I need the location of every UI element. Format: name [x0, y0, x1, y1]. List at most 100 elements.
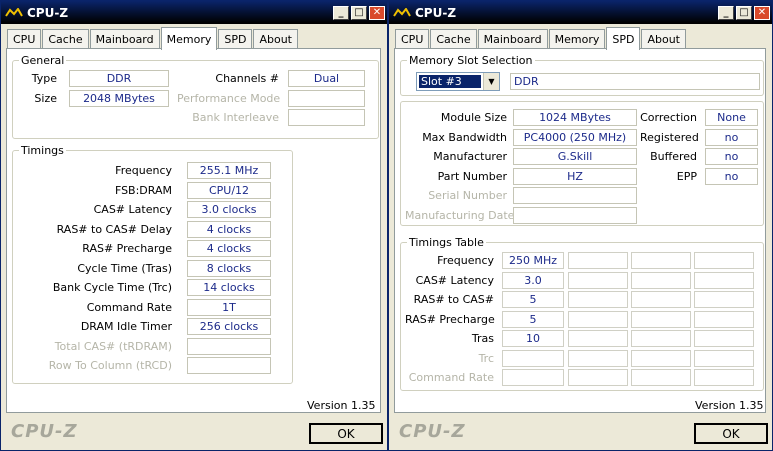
timing-label: RAS# to CAS# Delay: [56, 222, 172, 236]
tab-memory[interactable]: Memory: [160, 27, 218, 50]
timings-table-label: Trc: [478, 351, 494, 365]
title-bar[interactable]: CPU-Z _ □ ✕: [389, 1, 772, 24]
timings-table-cell: [631, 271, 691, 289]
size-value: 2048 MBytes: [69, 90, 169, 107]
tab-about[interactable]: About: [641, 29, 686, 49]
timings-table-cell: [568, 271, 628, 289]
spd-label: Max Bandwidth: [422, 130, 507, 144]
type-value: DDR: [69, 70, 169, 87]
timings-table-cell: [694, 271, 754, 289]
version-text: Version 1.35: [695, 399, 764, 412]
timing-value: [187, 357, 271, 374]
close-button[interactable]: ✕: [369, 5, 385, 20]
timings-table-label: RAS# to CAS#: [413, 293, 494, 306]
timings-table-cell: 5: [502, 310, 564, 328]
tab-memory[interactable]: Memory: [548, 29, 606, 49]
spd-flag-label: EPP: [676, 169, 697, 183]
timing-label: Row To Column (tRCD): [48, 359, 172, 372]
timings-table-label: RAS# Precharge: [405, 312, 495, 326]
timings-table-legend: Timings Table: [409, 236, 484, 249]
timing-label: Frequency: [115, 164, 172, 177]
cpuz-logo-icon: [5, 7, 23, 17]
timing-value: 4 clocks: [187, 240, 271, 257]
spd-label: Manufacturing Date: [405, 208, 515, 222]
window-title: CPU-Z: [27, 5, 69, 20]
timing-value: 14 clocks: [187, 279, 271, 296]
timings-table-label: Frequency: [437, 254, 494, 267]
title-bar[interactable]: CPU-Z _ □ ✕: [1, 1, 387, 24]
cpuz-window-spd: CPU-Z _ □ ✕ CPU Cache Mainboard Memory S…: [388, 0, 773, 451]
cpuz-brand-logo: CPU-Z: [399, 421, 466, 442]
tab-mainboard[interactable]: Mainboard: [477, 29, 548, 49]
timings-table-cell: [694, 369, 754, 386]
spd-value: [513, 187, 637, 204]
spd-flag-value: no: [705, 167, 758, 185]
spd-label: Part Number: [437, 169, 507, 183]
tab-cache[interactable]: Cache: [430, 29, 477, 49]
timings-table-cell: 10: [502, 330, 564, 347]
slot-select[interactable]: Slot #3 ▼: [416, 72, 500, 91]
timings-table-cell: [631, 330, 691, 347]
timing-value: 4 clocks: [187, 220, 271, 238]
timing-label: DRAM Idle Timer: [80, 320, 172, 333]
timing-value: 3.0 clocks: [187, 201, 271, 218]
tab-cpu[interactable]: CPU: [7, 29, 42, 49]
timing-label: Total CAS# (tRDRAM): [54, 339, 172, 353]
timings-table-cell: [631, 252, 691, 269]
timings-table-cell: [568, 291, 628, 308]
timings-table-cell: 5: [502, 291, 564, 308]
spd-flag-label: Correction: [640, 111, 697, 124]
timings-table-cell: [502, 349, 564, 367]
tab-cpu[interactable]: CPU: [395, 29, 430, 49]
slot-select-value: Slot #3: [419, 75, 481, 88]
general-legend: General: [21, 54, 65, 67]
spd-flag-value: no: [705, 148, 758, 165]
timings-table-cell: [631, 349, 691, 367]
spd-label: Serial Number: [428, 189, 507, 202]
minimize-button[interactable]: _: [333, 5, 349, 20]
bank-interleave-label: Bank Interleave: [192, 111, 279, 124]
timings-table-cell: [502, 369, 564, 386]
spd-value: HZ: [513, 167, 637, 185]
timing-value: 1T: [187, 298, 271, 316]
bank-interleave-value: [288, 109, 365, 126]
timings-table-cell: [694, 252, 754, 269]
spd-label: Manufacturer: [433, 150, 507, 163]
chevron-down-icon[interactable]: ▼: [483, 73, 499, 90]
maximize-button[interactable]: □: [736, 5, 752, 20]
minimize-button[interactable]: _: [718, 5, 734, 20]
timings-table-cell: [694, 310, 754, 328]
spd-flag-label: Buffered: [650, 150, 697, 163]
slot-selection-legend: Memory Slot Selection: [409, 54, 533, 67]
tab-spd[interactable]: SPD: [606, 27, 641, 50]
channels-value: Dual: [288, 70, 365, 87]
timings-table-cell: 3.0: [502, 271, 564, 289]
timings-table-label: CAS# Latency: [415, 273, 494, 287]
maximize-button[interactable]: □: [351, 5, 367, 20]
channels-label: Channels #: [215, 72, 279, 85]
performance-mode-label: Performance Mode: [177, 92, 281, 105]
spd-value: PC4000 (250 MHz): [513, 128, 637, 146]
tab-cache[interactable]: Cache: [42, 29, 89, 49]
tab-about[interactable]: About: [253, 29, 298, 49]
ok-button[interactable]: OK: [694, 423, 768, 444]
tab-spd[interactable]: SPD: [218, 29, 253, 49]
timing-value: [187, 337, 271, 355]
timings-table-cell: [568, 252, 628, 269]
timing-value: 255.1 MHz: [187, 162, 271, 179]
timing-value: CPU/12: [187, 181, 271, 199]
timings-table-cell: [631, 310, 691, 328]
timing-label: RAS# Precharge: [82, 242, 172, 255]
timings-table-cell: [631, 369, 691, 386]
timings-table-cell: [694, 291, 754, 308]
cpuz-brand-logo: CPU-Z: [11, 421, 78, 442]
close-button[interactable]: ✕: [754, 5, 770, 20]
tab-strip: CPU Cache Mainboard Memory SPD About: [395, 27, 687, 50]
timings-table-cell: [568, 310, 628, 328]
memory-panel: General Type DDR Size 2048 MBytes Channe…: [6, 48, 381, 413]
tab-mainboard[interactable]: Mainboard: [89, 29, 160, 49]
timings-table-label: Command Rate: [408, 371, 494, 384]
ok-button[interactable]: OK: [309, 423, 383, 444]
spd-value: G.Skill: [513, 148, 637, 165]
size-label: Size: [34, 92, 57, 105]
